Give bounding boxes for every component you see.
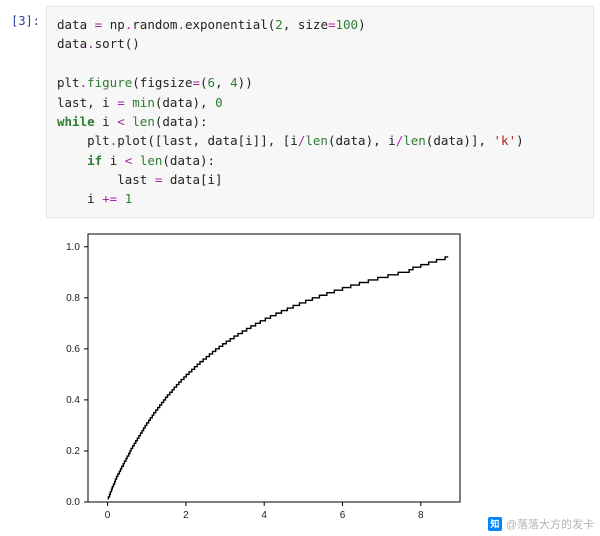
svg-text:1.0: 1.0 (66, 242, 80, 253)
svg-text:0.6: 0.6 (66, 344, 80, 355)
svg-text:6: 6 (340, 510, 346, 521)
code-line-6: while i < len(data): (57, 114, 208, 129)
code-cell: [3]: data = np.random.exponential(2, siz… (0, 0, 600, 218)
zhihu-icon: 知乎 (488, 517, 502, 531)
cell-output: 0 2 4 6 8 0.0 0.2 0.4 0.6 0.8 1.0 (40, 222, 600, 532)
cell-prompt: [3]: (0, 6, 46, 28)
svg-text:0.2: 0.2 (66, 446, 80, 457)
watermark: 知乎 @落落大方的发卡 (488, 516, 594, 532)
notebook-page: [3]: data = np.random.exponential(2, siz… (0, 0, 600, 536)
code-input[interactable]: data = np.random.exponential(2, size=100… (46, 6, 594, 218)
svg-text:0.8: 0.8 (66, 293, 80, 304)
code-line-10: i += 1 (57, 191, 132, 206)
svg-text:4: 4 (261, 510, 267, 521)
code-line-9: last = data[i] (57, 172, 223, 187)
code-line-4: plt.figure(figsize=(6, 4)) (57, 75, 253, 90)
chart-svg: 0 2 4 6 8 0.0 0.2 0.4 0.6 0.8 1.0 (40, 222, 470, 532)
watermark-author: @落落大方的发卡 (506, 516, 594, 532)
code-line-5: last, i = min(data), 0 (57, 95, 223, 110)
code-line-8: if i < len(data): (57, 153, 215, 168)
svg-text:0: 0 (105, 510, 111, 521)
svg-text:0.0: 0.0 (66, 497, 80, 508)
code-line-1: data = np.random.exponential(2, size=100… (57, 17, 366, 32)
code-line-2: data.sort() (57, 36, 140, 51)
svg-text:2: 2 (183, 510, 189, 521)
ecdf-chart: 0 2 4 6 8 0.0 0.2 0.4 0.6 0.8 1.0 (40, 222, 470, 532)
code-line-7: plt.plot([last, data[i]], [i/len(data), … (57, 133, 524, 148)
svg-text:8: 8 (418, 510, 424, 521)
svg-text:0.4: 0.4 (66, 395, 80, 406)
